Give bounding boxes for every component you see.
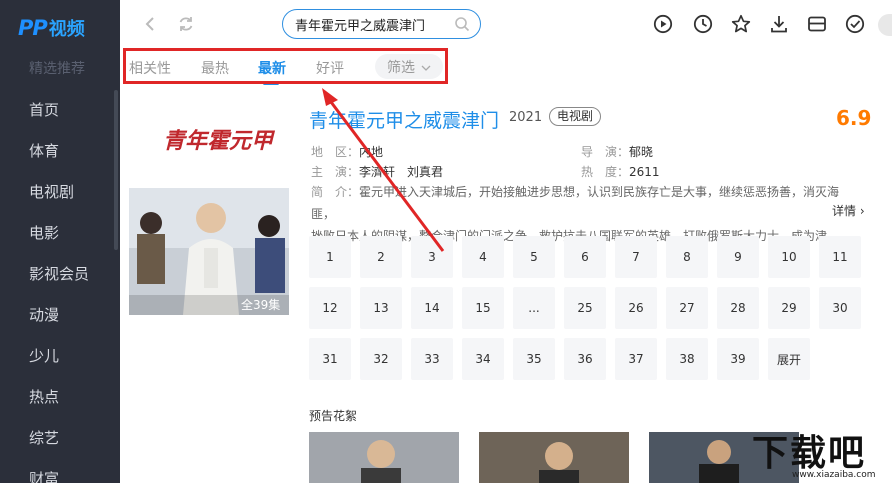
sidebar-scrollbar[interactable]: [114, 90, 118, 250]
episode-button[interactable]: 6: [564, 236, 606, 278]
episode-button[interactable]: 37: [615, 338, 657, 380]
episode-button[interactable]: 5: [513, 236, 555, 278]
app-logo[interactable]: PP 视频: [18, 14, 85, 42]
poster-logo: 青年霍元甲: [163, 128, 276, 154]
sidebar: PP 视频 精选推荐 首页 体育 电视剧 电影 影视会员 动漫 少儿 热点 综艺…: [0, 0, 120, 483]
sidebar-section-featured[interactable]: 精选推荐: [29, 58, 85, 78]
episode-button[interactable]: 13: [360, 287, 402, 329]
meta-region-value: 内地: [359, 145, 384, 159]
sidebar-item-sports[interactable]: 体育: [29, 140, 59, 162]
episode-button[interactable]: 27: [666, 287, 708, 329]
show-poster[interactable]: 青年霍元甲 全39集: [129, 98, 289, 315]
episode-button[interactable]: 25: [564, 287, 606, 329]
meta-heat-value: 2611: [629, 165, 660, 179]
site-watermark: 下载吧 www.xiazaiba.com: [752, 424, 892, 483]
sidebar-item-anime[interactable]: 动漫: [29, 304, 59, 326]
sidebar-item-tv[interactable]: 电视剧: [29, 181, 74, 203]
star-icon[interactable]: [729, 12, 753, 36]
episode-button[interactable]: 3: [411, 236, 453, 278]
sidebar-item-kids[interactable]: 少儿: [29, 345, 59, 367]
episode-button[interactable]: 39: [717, 338, 759, 380]
episode-button[interactable]: 32: [360, 338, 402, 380]
back-icon[interactable]: [138, 12, 162, 36]
show-year: 2021: [509, 110, 543, 125]
show-title-link[interactable]: 青年霍元甲之威震津门: [309, 106, 499, 133]
meta-region: 地 区：内地: [311, 143, 383, 160]
show-type-badge: 电视剧: [549, 107, 602, 126]
download-icon[interactable]: [767, 12, 791, 36]
inbox-icon[interactable]: [805, 12, 829, 36]
desc-label: 简 介：: [311, 185, 360, 199]
meta-director-label: 导 演：: [581, 145, 630, 159]
episode-button[interactable]: 8: [666, 236, 708, 278]
episode-button[interactable]: 31: [309, 338, 351, 380]
episode-button[interactable]: 11: [819, 236, 861, 278]
logo-pp-text: PP: [18, 16, 48, 40]
search-input[interactable]: [295, 15, 445, 33]
avatar[interactable]: [878, 14, 892, 36]
episode-button[interactable]: 34: [462, 338, 504, 380]
trailer-thumbnail[interactable]: [309, 432, 459, 483]
episode-button[interactable]: 36: [564, 338, 606, 380]
sidebar-item-finance[interactable]: 财富: [29, 468, 59, 483]
watermark-url: www.xiazaiba.com: [792, 470, 876, 480]
trailer-thumbnail[interactable]: [479, 432, 629, 483]
meta-director-value[interactable]: 郁晓: [629, 145, 653, 159]
watermark-logo: 下载吧: [752, 433, 867, 474]
episode-button[interactable]: 14: [411, 287, 453, 329]
episode-button[interactable]: 4: [462, 236, 504, 278]
search-icon[interactable]: [454, 16, 470, 36]
show-score: 6.9: [836, 106, 872, 130]
episode-button[interactable]: ...: [513, 287, 555, 329]
episode-button[interactable]: 29: [768, 287, 810, 329]
episode-button[interactable]: 2: [360, 236, 402, 278]
more-details-link[interactable]: 详情 ›: [828, 202, 865, 219]
desc-line-1: 霍元甲进入天津城后，开始接触进步思想，认识到民族存亡是大事，继续惩恶扬善，消灭海…: [311, 185, 840, 221]
episode-button[interactable]: 15: [462, 287, 504, 329]
episode-button[interactable]: 7: [615, 236, 657, 278]
episode-button[interactable]: 9: [717, 236, 759, 278]
search-box[interactable]: [282, 9, 481, 39]
check-circle-icon[interactable]: [843, 12, 867, 36]
sidebar-item-home[interactable]: 首页: [29, 99, 59, 121]
meta-cast-label: 主 演：: [311, 165, 360, 179]
meta-cast: 主 演：李濟轩 刘真君: [311, 163, 443, 180]
meta-region-label: 地 区：: [311, 145, 360, 159]
episode-button[interactable]: 30: [819, 287, 861, 329]
clock-icon[interactable]: [691, 12, 715, 36]
meta-cast-value[interactable]: 李濟轩 刘真君: [359, 165, 443, 179]
episode-button[interactable]: 38: [666, 338, 708, 380]
top-bar: [120, 0, 892, 48]
poster-episode-count: 全39集: [241, 297, 280, 312]
trailers-heading: 预告花絮: [309, 409, 358, 423]
logo-video-text: 视频: [48, 19, 85, 40]
sidebar-item-vip[interactable]: 影视会员: [29, 263, 89, 285]
sidebar-item-hot[interactable]: 热点: [29, 386, 59, 408]
annotation-highlight-box: [123, 48, 448, 84]
expand-episodes-button[interactable]: 展开: [768, 338, 810, 380]
episode-button[interactable]: 26: [615, 287, 657, 329]
sidebar-item-movies[interactable]: 电影: [29, 222, 59, 244]
refresh-icon[interactable]: [174, 12, 198, 36]
episode-button[interactable]: 33: [411, 338, 453, 380]
episode-button[interactable]: 35: [513, 338, 555, 380]
meta-director: 导 演：郁晓: [581, 143, 653, 160]
episode-button[interactable]: 10: [768, 236, 810, 278]
play-circle-icon[interactable]: [651, 12, 675, 36]
meta-heat: 热 度：2611: [581, 163, 660, 180]
sidebar-item-variety[interactable]: 综艺: [29, 427, 59, 449]
episode-button[interactable]: 12: [309, 287, 351, 329]
app-window: PP 视频 精选推荐 首页 体育 电视剧 电影 影视会员 动漫 少儿 热点 综艺…: [0, 0, 892, 483]
episode-button[interactable]: 28: [717, 287, 759, 329]
episode-button[interactable]: 1: [309, 236, 351, 278]
meta-heat-label: 热 度：: [581, 165, 630, 179]
